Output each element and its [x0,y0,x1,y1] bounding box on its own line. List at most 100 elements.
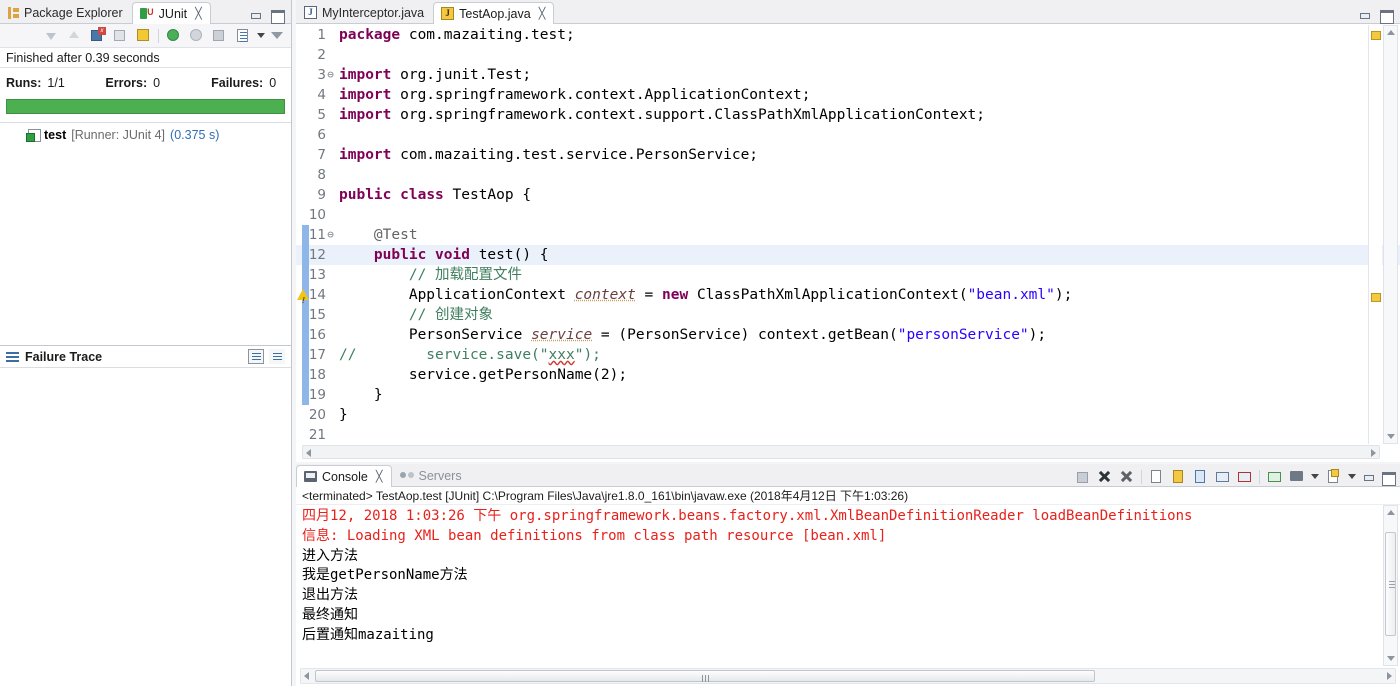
close-icon[interactable]: ╳ [195,7,202,20]
test-hierarchy-icon[interactable] [234,27,251,44]
divider [0,367,291,368]
tab-junit[interactable]: JUnit ╳ [131,2,211,24]
scroll-thumb[interactable] [1385,532,1396,636]
code-line[interactable]: 21 [296,425,1400,445]
editor-vertical-scrollbar[interactable] [1383,25,1398,444]
show-failures-only-icon[interactable]: x [89,27,106,44]
open-console-menu-caret-icon[interactable] [1348,474,1356,479]
editor-horizontal-scrollbar[interactable] [302,445,1380,459]
code-line[interactable]: 6 [296,125,1400,145]
maximize-icon[interactable] [1382,471,1396,486]
runs-value: 1/1 [47,75,65,90]
editor-tabstrip: MyInterceptor.java TestAop.java ╳ [296,0,1400,24]
open-console-icon[interactable] [1326,469,1341,484]
line-number: 6 [317,127,326,143]
source-lines[interactable]: 1 package com.mazaiting.test; 2 3⊖ import or… [296,25,1400,462]
view-menu-caret-icon[interactable] [257,33,265,38]
rerun-failed-icon[interactable] [188,27,205,44]
code-line[interactable]: 10 [296,205,1400,225]
code-line[interactable]: 7 import com.mazaiting.test.service.Perso… [296,145,1400,165]
code-line[interactable]: 3⊖ import org.junit.Test; [296,65,1400,85]
terminate-icon[interactable] [211,27,228,44]
display-console-menu-caret-icon[interactable] [1311,474,1319,479]
code-line[interactable]: 12 public void test() { [296,245,1400,265]
overview-ruler[interactable] [1368,25,1382,444]
code-line[interactable]: 19 } [296,385,1400,405]
code-line[interactable]: 11⊖ @Test [296,225,1400,245]
close-icon[interactable]: ╳ [376,470,383,483]
scroll-down-icon[interactable] [1387,434,1395,439]
java-file-icon [304,6,317,19]
code-line[interactable]: 4 import org.springframework.context.Appl… [296,85,1400,105]
toolbar-separator [158,28,159,43]
maximize-icon[interactable] [271,9,285,24]
fold-marker[interactable]: ⊖ [326,225,335,245]
code-line[interactable]: 16 PersonService service = (PersonServic… [296,325,1400,345]
eclipse-workbench: Package Explorer JUnit ╳ x [0,0,1400,686]
tab-console[interactable]: Console ╳ [296,465,392,487]
scroll-left-icon[interactable] [304,672,309,680]
change-bar [302,365,309,385]
line-text: } [339,407,348,423]
console-vertical-scrollbar[interactable] [1383,505,1398,666]
next-failure-icon[interactable] [43,27,60,44]
show-console-on-output-icon[interactable] [1215,469,1230,484]
code-line[interactable]: 18 service.getPersonName(2); [296,365,1400,385]
remove-all-terminated-icon[interactable] [1119,469,1134,484]
test-duration: (0.375 s) [170,128,220,142]
code-line[interactable]: 13 // 加载配置文件 [296,265,1400,285]
warning-marker-icon[interactable] [1371,31,1381,40]
scroll-right-icon[interactable] [1387,672,1392,680]
close-icon[interactable]: ╳ [539,7,546,20]
code-line[interactable]: 8 [296,165,1400,185]
code-line[interactable]: 5 import org.springframework.context.supp… [296,105,1400,125]
code-line[interactable]: 15 // 创建对象 [296,305,1400,325]
minimize-icon[interactable] [1363,471,1375,483]
line-text: public class TestAop { [339,187,532,203]
word-wrap-icon[interactable] [1193,469,1208,484]
scroll-left-icon[interactable] [306,449,311,457]
minimize-icon[interactable] [250,9,262,21]
pin-console-icon[interactable] [1267,469,1282,484]
tab-testaop[interactable]: TestAop.java ╳ [433,2,555,24]
minimize-view-icon[interactable] [271,32,283,39]
fold-marker[interactable]: ⊖ [326,65,335,85]
tab-package-explorer[interactable]: Package Explorer [0,1,132,23]
scroll-up-icon[interactable] [1387,30,1395,35]
code-line[interactable]: 9 public class TestAop { [296,185,1400,205]
display-selected-console-icon[interactable] [1289,469,1304,484]
stop-on-error-icon[interactable] [112,27,129,44]
maximize-icon[interactable] [1380,9,1394,24]
code-line[interactable]: 1 package com.mazaiting.test; [296,25,1400,45]
warning-icon[interactable] [297,288,310,311]
previous-failure-icon[interactable] [66,27,83,44]
minimize-icon[interactable] [1359,9,1371,21]
clear-console-icon[interactable] [1149,469,1164,484]
code-line[interactable]: 17 // service.save("xxx"); [296,345,1400,365]
line-number: 20 [308,407,326,423]
code-area[interactable]: 1 package com.mazaiting.test; 2 3⊖ import or… [296,25,1400,462]
scroll-lock-icon[interactable] [135,27,152,44]
code-line[interactable]: 14 ApplicationContext context = new Clas… [296,285,1400,311]
test-result-row[interactable]: test [Runner: JUnit 4] (0.375 s) [0,123,291,142]
warning-marker-icon[interactable] [1371,293,1381,302]
remove-launch-icon[interactable] [1097,469,1112,484]
tab-myinterceptor[interactable]: MyInterceptor.java [296,1,433,23]
scroll-thumb[interactable] [315,670,1095,682]
scroll-lock-icon[interactable] [1171,469,1186,484]
line-number: 16 [308,327,326,343]
compare-result-icon[interactable] [269,349,285,364]
rerun-test-icon[interactable] [165,27,182,44]
console-output[interactable]: 四月12, 2018 1:03:26 下午 org.springframewor… [296,505,1380,666]
console-error-line: 四月12, 2018 1:03:26 下午 org.springframewor… [302,508,1193,524]
terminate-icon[interactable] [1075,469,1090,484]
console-horizontal-scrollbar[interactable] [300,668,1396,684]
code-line[interactable]: 2 [296,45,1400,65]
filter-stack-trace-icon[interactable] [248,349,264,364]
scroll-right-icon[interactable] [1371,449,1376,457]
tab-servers[interactable]: Servers [392,464,471,486]
show-console-on-error-icon[interactable] [1237,469,1252,484]
scroll-down-icon[interactable] [1387,656,1395,661]
scroll-up-icon[interactable] [1387,510,1395,515]
code-line[interactable]: 20} [296,405,1400,425]
